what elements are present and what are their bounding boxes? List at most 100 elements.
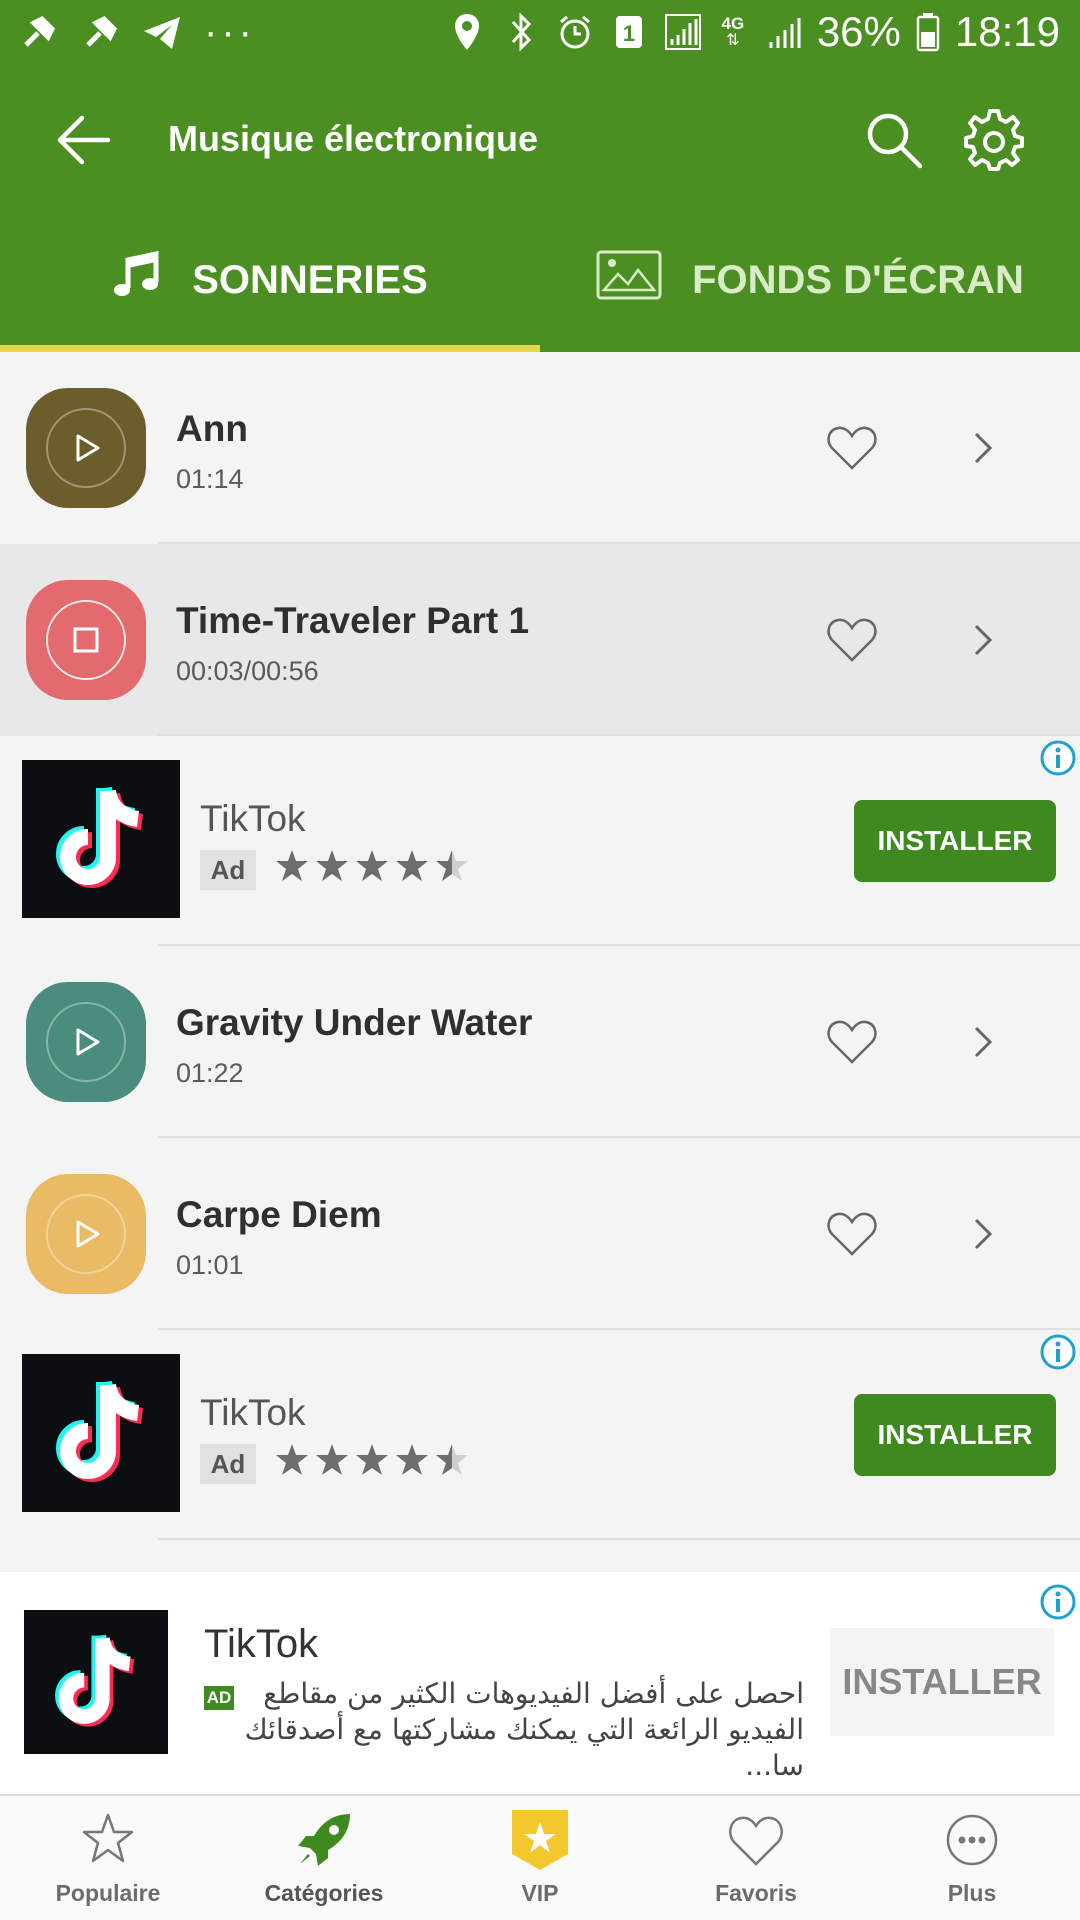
stop-button[interactable] <box>26 580 146 700</box>
back-arrow-icon[interactable] <box>52 108 116 172</box>
search-icon[interactable] <box>862 108 926 172</box>
star-icon <box>396 850 428 881</box>
rating-stars <box>274 848 470 884</box>
play-icon <box>76 1220 100 1248</box>
list-item[interactable]: Ann 01:14 <box>0 352 1080 544</box>
bluetooth-icon <box>501 10 541 54</box>
heart-icon[interactable] <box>826 1016 878 1068</box>
list-item[interactable]: Gravity Under Water 01:22 <box>0 946 1080 1138</box>
status-bar: ··· 1 4G ⇅ 36% 18:19 <box>0 0 1080 72</box>
nav-vip[interactable]: VIP <box>432 1796 648 1920</box>
bottom-navigation: Populaire Catégories VIP Favoris Plus <box>0 1794 1080 1920</box>
nav-label: Catégories <box>264 1880 384 1906</box>
page-title: Musique électronique <box>168 118 539 159</box>
play-icon <box>76 434 100 462</box>
ad-list-item[interactable]: TikTok Ad INSTALLER <box>0 1330 1080 1540</box>
play-icon <box>76 1028 100 1056</box>
star-icon <box>356 1444 388 1475</box>
nav-label: Populaire <box>55 1880 161 1906</box>
divider <box>158 1538 1080 1540</box>
location-icon <box>447 10 487 54</box>
nav-more[interactable]: Plus <box>864 1796 1080 1920</box>
star-icon <box>316 1444 348 1475</box>
svg-text:1: 1 <box>623 21 635 46</box>
banner-ad[interactable]: TikTok احصل على أفضل الفيديوهات الكثير م… <box>0 1572 1080 1794</box>
battery-icon <box>915 10 941 54</box>
ad-badge: AD <box>204 1686 234 1710</box>
ringtone-title: Carpe Diem <box>176 1194 382 1235</box>
heart-icon[interactable] <box>826 614 878 666</box>
more-circle-icon <box>946 1814 998 1866</box>
tiktok-logo-icon <box>22 760 180 918</box>
telegram-icon <box>142 11 182 55</box>
signal-icon <box>763 10 803 54</box>
list-item[interactable]: Carpe Diem 01:01 <box>0 1138 1080 1330</box>
tiktok-logo-icon <box>24 1610 168 1754</box>
active-tab-indicator <box>0 345 540 352</box>
half-star-icon <box>436 850 468 881</box>
app-bar: Musique électronique <box>0 72 1080 208</box>
image-icon <box>596 250 662 310</box>
tab-ringtones[interactable]: SONNERIES <box>0 208 540 352</box>
install-button[interactable]: INSTALLER <box>854 1394 1056 1476</box>
more-notifications: ··· <box>204 10 256 54</box>
heart-icon[interactable] <box>826 422 878 474</box>
nav-label: Plus <box>947 1880 997 1906</box>
tab-label: FONDS D'ÉCRAN <box>692 257 1024 302</box>
heart-icon[interactable] <box>826 1208 878 1260</box>
ringtone-duration: 01:01 <box>176 1250 244 1280</box>
tiktok-logo-icon <box>22 1354 180 1512</box>
tool-notification-icon <box>18 11 58 55</box>
play-button[interactable] <box>26 388 146 508</box>
tab-label: SONNERIES <box>192 257 428 302</box>
install-button[interactable]: INSTALLER <box>830 1628 1054 1736</box>
chevron-right-icon[interactable] <box>966 1212 1000 1256</box>
play-button[interactable] <box>26 1174 146 1294</box>
rating-stars <box>274 1442 470 1478</box>
tab-wallpapers[interactable]: FONDS D'ÉCRAN <box>540 208 1080 352</box>
heart-outline-icon <box>728 1816 784 1866</box>
ad-info-icon[interactable] <box>1038 738 1078 778</box>
nav-popular[interactable]: Populaire <box>0 1796 216 1920</box>
star-icon <box>276 1444 308 1475</box>
battery-percent: 36% <box>816 8 901 55</box>
signal-box-icon <box>663 10 703 54</box>
tool-notification-icon <box>80 11 120 55</box>
network-type: 4G <box>721 14 745 33</box>
ad-app-name: TikTok <box>204 1622 319 1666</box>
ad-info-icon[interactable] <box>1038 1332 1078 1372</box>
ad-list-item[interactable]: TikTok Ad INSTALLER <box>0 736 1080 946</box>
vip-badge-icon <box>512 1810 568 1870</box>
ad-badge: Ad <box>200 850 256 890</box>
ringtone-duration: 01:22 <box>176 1058 244 1088</box>
nav-categories[interactable]: Catégories <box>216 1796 432 1920</box>
ad-description: احصل على أفضل الفيديوهات الكثير من مقاطع… <box>244 1677 804 1782</box>
ringtone-title: Gravity Under Water <box>176 1002 533 1043</box>
nav-label: Favoris <box>715 1880 797 1906</box>
ringtone-duration: 01:14 <box>176 464 244 494</box>
install-button[interactable]: INSTALLER <box>854 800 1056 882</box>
chevron-right-icon[interactable] <box>966 426 1000 470</box>
ad-badge: Ad <box>200 1444 256 1484</box>
nav-favorites[interactable]: Favoris <box>648 1796 864 1920</box>
music-note-icon <box>112 250 162 310</box>
list-item[interactable]: Time-Traveler Part 1 00:03/00:56 <box>0 544 1080 736</box>
sim-icon: 1 <box>609 10 649 54</box>
nav-label: VIP <box>521 1880 559 1906</box>
star-outline-icon <box>82 1813 134 1863</box>
tab-bar: SONNERIES FONDS D'ÉCRAN <box>0 208 1080 352</box>
stop-icon <box>73 627 99 653</box>
chevron-right-icon[interactable] <box>966 1020 1000 1064</box>
ringtone-title: Ann <box>176 408 248 449</box>
gear-icon[interactable] <box>962 108 1026 172</box>
ad-app-name: TikTok <box>200 1392 306 1433</box>
chevron-right-icon[interactable] <box>966 618 1000 662</box>
star-icon <box>356 850 388 881</box>
ringtone-progress: 00:03/00:56 <box>176 656 319 686</box>
ad-info-icon[interactable] <box>1038 1582 1078 1622</box>
half-star-icon <box>436 1444 468 1475</box>
ad-app-name: TikTok <box>200 798 306 839</box>
play-button[interactable] <box>26 982 146 1102</box>
rocket-icon <box>298 1814 350 1866</box>
star-icon <box>316 850 348 881</box>
